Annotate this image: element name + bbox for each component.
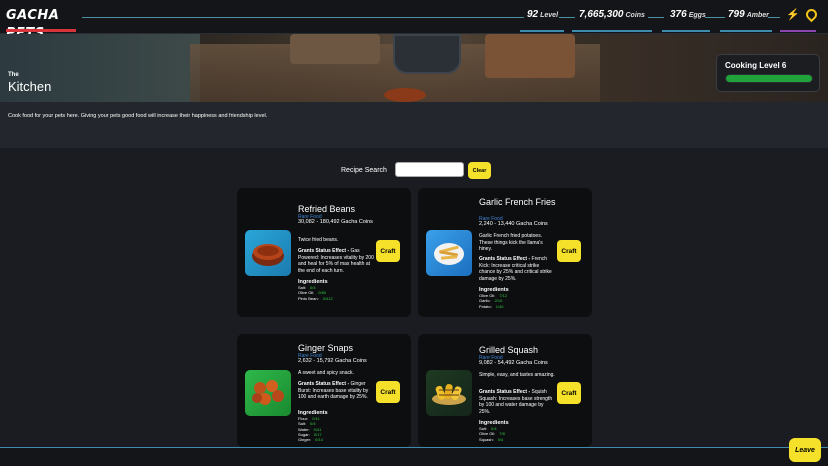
description-strip bbox=[0, 102, 828, 148]
recipe-search-input[interactable] bbox=[395, 162, 464, 177]
grilled-squash-image bbox=[432, 384, 466, 405]
recipe-price: 30,082 - 180,492 Gacha Coins bbox=[298, 219, 373, 225]
logo[interactable]: GACHA PETS bbox=[6, 6, 76, 41]
ingredient-list: Salt: 0/4 Olive Oil: 7/8 Squash: 0/4 bbox=[479, 426, 505, 442]
recipe-description: Twice fried beans. bbox=[298, 237, 339, 243]
banner-table bbox=[290, 34, 380, 64]
page-description: Cook food for your pets here. Giving you… bbox=[8, 113, 268, 119]
page-title: Kitchen bbox=[8, 79, 52, 94]
craft-button[interactable]: Craft bbox=[557, 382, 581, 404]
header-icons: ⚡ bbox=[786, 6, 819, 23]
ingredient-list: Flour: 0/11 Salt: 0/4 Water: 0/41 Sugar: 0/1… bbox=[298, 416, 323, 442]
level-underline bbox=[520, 30, 564, 32]
header-divider bbox=[768, 17, 780, 18]
cooking-level-panel: Cooking Level 6 bbox=[716, 54, 820, 92]
header-divider bbox=[648, 17, 664, 18]
page-subtitle: The bbox=[8, 72, 19, 78]
effect-label: Grants Status Effect - bbox=[479, 389, 531, 395]
recipe-effect: Grants Status Effect - Gas Powered: Incr… bbox=[298, 248, 374, 274]
cooking-level-label: Cooking Level 6 bbox=[725, 61, 787, 70]
leave-button[interactable]: Leave bbox=[789, 438, 821, 462]
level-unit: Level bbox=[540, 12, 559, 19]
ingredient-item: Potato: 1/40 bbox=[479, 303, 504, 309]
recipe-card: Ginger Snaps Rare Food 2,632 - 15,792 Ga… bbox=[237, 334, 411, 447]
logo-underline bbox=[6, 29, 76, 32]
header-divider bbox=[82, 17, 524, 18]
cooking-progress-bar bbox=[725, 74, 813, 83]
ginger-snaps-icon bbox=[245, 370, 291, 416]
ingredient-item: Ginger: 0/14 bbox=[298, 437, 323, 443]
recipe-effect: Grants Status Effect - French Kick: Incr… bbox=[479, 256, 555, 282]
effect-label: Grants Status Effect - bbox=[298, 248, 350, 254]
coins-value: 7,665,300 bbox=[579, 9, 624, 20]
clear-button[interactable]: Clear bbox=[468, 162, 491, 179]
recipe-price: 2,632 - 15,792 Gacha Coins bbox=[298, 358, 367, 364]
header-divider bbox=[559, 17, 575, 18]
top-bar: GACHA PETS 92 Level 7,665,300 Coins 376 … bbox=[0, 0, 828, 41]
recipe-card: Garlic French Fries Rare Food 2,240 - 13… bbox=[418, 188, 592, 317]
coins-underline bbox=[572, 30, 652, 32]
coins-stat: 7,665,300 Coins bbox=[579, 9, 645, 20]
effect-label: Grants Status Effect - bbox=[298, 381, 350, 387]
amber-underline bbox=[720, 30, 772, 32]
recipe-card: Refried Beans Rare Food 30,082 - 180,492… bbox=[237, 188, 411, 317]
recipe-effect: Grants Status Effect - Ginger Burst: Inc… bbox=[298, 381, 374, 401]
effect-label: Grants Status Effect - bbox=[479, 256, 531, 262]
craft-button[interactable]: Craft bbox=[557, 240, 581, 262]
banner-bowl bbox=[384, 88, 426, 102]
banner-table bbox=[485, 34, 575, 78]
grilled-squash-icon bbox=[426, 370, 472, 416]
french-fries-image bbox=[434, 243, 464, 265]
kitchen-banner-image bbox=[0, 34, 828, 102]
refried-beans-image bbox=[252, 244, 284, 266]
recipe-description: Simple, easy, and tastes amazing. bbox=[479, 372, 555, 378]
header-divider bbox=[705, 17, 725, 18]
cooking-progress-fill bbox=[726, 75, 812, 82]
eggs-underline bbox=[662, 30, 710, 32]
recipe-price: 9,082 - 54,492 Gacha Coins bbox=[479, 360, 548, 366]
recipe-description: A sweet and spicy snack. bbox=[298, 370, 354, 376]
eggs-stat: 376 Eggs bbox=[670, 9, 706, 20]
recipe-name: Ginger Snaps bbox=[298, 343, 354, 353]
level-stat: 92 Level bbox=[527, 9, 558, 20]
recipe-effect: Grants Status Effect - Squish Squash: In… bbox=[479, 389, 555, 415]
icons-underline bbox=[780, 30, 816, 32]
amber-stat: 799 Amber bbox=[728, 9, 769, 20]
location-pin-icon[interactable] bbox=[803, 6, 819, 23]
ingredient-list: Olive Oil: 7/12 Garlic: 2/10 Potato: 1/40 bbox=[479, 293, 507, 309]
recipe-price: 2,240 - 13,440 Gacha Coins bbox=[479, 221, 548, 227]
level-value: 92 bbox=[527, 9, 539, 20]
amber-unit: Amber bbox=[746, 12, 769, 19]
eggs-unit: Eggs bbox=[688, 12, 706, 19]
ginger-snaps-image bbox=[252, 380, 284, 405]
recipe-name: Refried Beans bbox=[298, 204, 356, 214]
refried-beans-icon bbox=[245, 230, 291, 276]
bottom-bar bbox=[0, 448, 828, 466]
recipe-name: Grilled Squash bbox=[479, 345, 539, 355]
recipe-name: Garlic French Fries bbox=[479, 197, 556, 207]
craft-button[interactable]: Craft bbox=[376, 240, 400, 262]
recipe-card: Grilled Squash Rare Food 9,082 - 54,492 … bbox=[418, 334, 592, 447]
recipe-search-label: Recipe Search bbox=[341, 167, 387, 174]
ingredient-item: Squash: 0/4 bbox=[479, 436, 504, 442]
ingredient-item: Pinto Bean: 0/412 bbox=[298, 295, 333, 301]
ingredient-list: Salt: 0/4 Olive Oil: 0/60 Pinto Bean: 0/412 bbox=[298, 285, 333, 301]
recipe-description: Garlic French fried potatoes. These thin… bbox=[479, 233, 543, 252]
banner-pot bbox=[393, 34, 461, 74]
eggs-value: 376 bbox=[670, 9, 687, 20]
amber-value: 799 bbox=[728, 9, 745, 20]
french-fries-icon bbox=[426, 230, 472, 276]
craft-button[interactable]: Craft bbox=[376, 381, 400, 403]
coins-unit: Coins bbox=[625, 12, 645, 19]
lightning-icon[interactable]: ⚡ bbox=[786, 8, 800, 21]
